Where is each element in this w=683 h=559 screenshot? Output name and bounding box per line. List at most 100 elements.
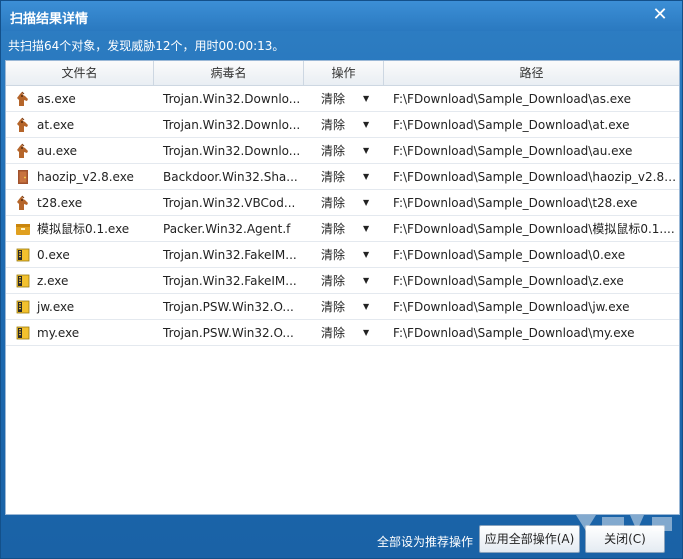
filename-text: haozip_v2.8.exe — [37, 169, 134, 184]
action-dropdown[interactable]: 清除 ▼ — [304, 90, 384, 107]
filename-text: t28.exe — [37, 195, 83, 210]
action-dropdown[interactable]: 清除 ▼ — [304, 298, 384, 315]
path-cell: F:\FDownload\Sample_Download\haozip_v2.8… — [393, 169, 679, 184]
virus-name-cell: Trojan.Win32.Downlo... — [163, 143, 301, 158]
trojan-horse-icon — [15, 91, 31, 107]
table-row[interactable]: 模拟鼠标0.1.exe Packer.Win32.Agent.f 清除 ▼ F:… — [6, 216, 679, 242]
archive-file-icon — [15, 325, 31, 341]
dropdown-arrow-icon[interactable]: ▼ — [363, 224, 369, 233]
table-row[interactable]: 0.exe Trojan.Win32.FakeIM... 清除 ▼ F:\FDo… — [6, 242, 679, 268]
filename-text: au.exe — [37, 143, 78, 158]
dropdown-arrow-icon[interactable]: ▼ — [363, 146, 369, 155]
table-row[interactable]: au.exe Trojan.Win32.Downlo... 清除 ▼ F:\FD… — [6, 138, 679, 164]
backdoor-icon — [15, 169, 31, 185]
virus-name-cell: Backdoor.Win32.Sha... — [163, 169, 298, 184]
filename-cell: my.exe — [6, 325, 154, 341]
trojan-horse-icon — [15, 195, 31, 211]
archive-file-icon — [15, 247, 31, 263]
path-cell: F:\FDownload\Sample_Download\my.exe — [393, 325, 635, 340]
action-value: 清除 — [321, 170, 346, 184]
table-row[interactable]: jw.exe Trojan.PSW.Win32.O... 清除 ▼ F:\FDo… — [6, 294, 679, 320]
table-row[interactable]: t28.exe Trojan.Win32.VBCod... 清除 ▼ F:\FD… — [6, 190, 679, 216]
action-value: 清除 — [321, 196, 346, 210]
action-dropdown[interactable]: 清除 ▼ — [304, 142, 384, 159]
action-dropdown[interactable]: 清除 ▼ — [304, 116, 384, 133]
action-value: 清除 — [321, 248, 346, 262]
column-header-path[interactable]: 路径 — [384, 61, 679, 85]
path-cell: F:\FDownload\Sample_Download\jw.exe — [393, 299, 630, 314]
virus-name-cell: Trojan.Win32.Downlo... — [163, 117, 301, 132]
dropdown-arrow-icon[interactable]: ▼ — [363, 302, 369, 311]
filename-text: 模拟鼠标0.1.exe — [37, 222, 130, 236]
filename-cell: z.exe — [6, 273, 154, 289]
table-row[interactable]: as.exe Trojan.Win32.Downlo... 清除 ▼ F:\FD… — [6, 86, 679, 112]
virus-name-cell: Trojan.Win32.VBCod... — [163, 195, 296, 210]
set-all-recommended-link[interactable]: 全部设为推荐操作 — [377, 533, 473, 550]
dropdown-arrow-icon[interactable]: ▼ — [363, 276, 369, 285]
table-row[interactable]: at.exe Trojan.Win32.Downlo... 清除 ▼ F:\FD… — [6, 112, 679, 138]
path-cell: F:\FDownload\Sample_Download\au.exe — [393, 143, 633, 158]
column-header-virus[interactable]: 病毒名 — [154, 61, 304, 85]
filename-cell: au.exe — [6, 143, 154, 159]
path-cell: F:\FDownload\Sample_Download\z.exe — [393, 273, 624, 288]
path-cell: F:\FDownload\Sample_Download\as.exe — [393, 91, 632, 106]
filename-cell: t28.exe — [6, 195, 154, 211]
dropdown-arrow-icon[interactable]: ▼ — [363, 250, 369, 259]
path-cell: F:\FDownload\Sample_Download\t28.exe — [393, 195, 638, 210]
table-row[interactable]: z.exe Trojan.Win32.FakeIM... 清除 ▼ F:\FDo… — [6, 268, 679, 294]
action-value: 清除 — [321, 326, 346, 340]
table-row[interactable]: my.exe Trojan.PSW.Win32.O... 清除 ▼ F:\FDo… — [6, 320, 679, 346]
filename-text: my.exe — [37, 325, 80, 340]
action-dropdown[interactable]: 清除 ▼ — [304, 194, 384, 211]
action-value: 清除 — [321, 274, 346, 288]
column-header-action[interactable]: 操作 — [304, 61, 384, 85]
filename-cell: haozip_v2.8.exe — [6, 169, 154, 185]
action-dropdown[interactable]: 清除 ▼ — [304, 272, 384, 289]
filename-cell: as.exe — [6, 91, 154, 107]
title-bar[interactable]: 扫描结果详情 ✕ — [1, 1, 682, 31]
filename-cell: at.exe — [6, 117, 154, 133]
table-row[interactable]: haozip_v2.8.exe Backdoor.Win32.Sha... 清除… — [6, 164, 679, 190]
apply-all-button[interactable]: 应用全部操作(A) — [479, 525, 580, 553]
dialog-title: 扫描结果详情 — [10, 12, 89, 27]
action-value: 清除 — [321, 144, 346, 158]
action-value: 清除 — [321, 92, 346, 106]
virus-name-cell: Trojan.PSW.Win32.O... — [163, 299, 294, 314]
filename-cell: 0.exe — [6, 247, 154, 263]
dropdown-arrow-icon[interactable]: ▼ — [363, 328, 369, 337]
filename-cell: jw.exe — [6, 299, 154, 315]
action-value: 清除 — [321, 118, 346, 132]
dropdown-arrow-icon[interactable]: ▼ — [363, 172, 369, 181]
path-cell: F:\FDownload\Sample_Download\at.exe — [393, 117, 630, 132]
action-dropdown[interactable]: 清除 ▼ — [304, 246, 384, 263]
dropdown-arrow-icon[interactable]: ▼ — [363, 198, 369, 207]
scan-summary: 共扫描64个对象，发现威胁12个，用时00:00:13。 — [8, 39, 285, 53]
dropdown-arrow-icon[interactable]: ▼ — [363, 120, 369, 129]
dropdown-arrow-icon[interactable]: ▼ — [363, 94, 369, 103]
path-cell: F:\FDownload\Sample_Download\模拟鼠标0.1.... — [393, 222, 675, 236]
table-header: 文件名 病毒名 操作 路径 — [6, 61, 679, 86]
path-cell: F:\FDownload\Sample_Download\0.exe — [393, 247, 626, 262]
action-dropdown[interactable]: 清除 ▼ — [304, 220, 384, 237]
packer-icon — [15, 221, 31, 237]
filename-text: z.exe — [37, 273, 69, 288]
filename-text: at.exe — [37, 117, 75, 132]
table-body: as.exe Trojan.Win32.Downlo... 清除 ▼ F:\FD… — [6, 86, 679, 346]
archive-file-icon — [15, 299, 31, 315]
filename-text: as.exe — [37, 91, 76, 106]
virus-name-cell: Packer.Win32.Agent.f — [163, 221, 291, 236]
filename-cell: 模拟鼠标0.1.exe — [6, 220, 154, 237]
trojan-horse-icon — [15, 117, 31, 133]
close-button[interactable]: 关闭(C) — [585, 525, 665, 553]
trojan-horse-icon — [15, 143, 31, 159]
virus-name-cell: Trojan.PSW.Win32.O... — [163, 325, 294, 340]
virus-name-cell: Trojan.Win32.FakeIM... — [163, 247, 297, 262]
action-value: 清除 — [321, 222, 346, 236]
filename-text: 0.exe — [37, 247, 70, 262]
column-header-filename[interactable]: 文件名 — [6, 61, 154, 85]
scan-results-dialog: 扫描结果详情 ✕ 共扫描64个对象，发现威胁12个，用时00:00:13。 文件… — [0, 0, 683, 559]
action-dropdown[interactable]: 清除 ▼ — [304, 324, 384, 341]
close-icon[interactable]: ✕ — [650, 5, 670, 25]
action-value: 清除 — [321, 300, 346, 314]
action-dropdown[interactable]: 清除 ▼ — [304, 168, 384, 185]
